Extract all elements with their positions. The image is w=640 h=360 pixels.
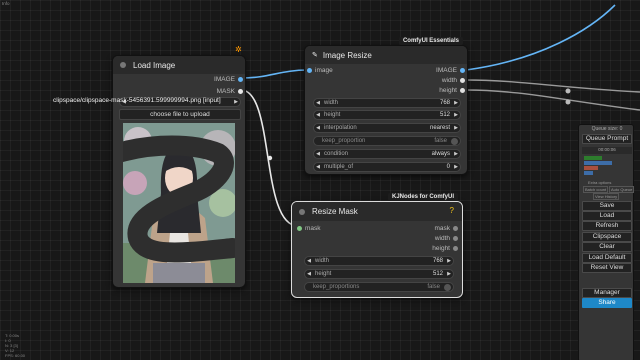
output-mask[interactable]: MASK [217,87,235,97]
gear-icon[interactable]: ✲ [235,45,242,54]
resize-output-width-label: width [441,77,457,84]
comfyui-essentials-badge: ComfyUI Essentials [398,37,463,45]
render-stats: T: 0.00s I: 0 N: 3 [3] V: 12 FPS: 60.00 [5,333,26,358]
load-button[interactable]: Load [582,211,632,221]
output-image[interactable]: IMAGE [436,66,457,76]
queue-menu-panel: Queue size: 0 Queue Prompt 00:00:06 Extr… [578,124,635,360]
resize-output-width-slot[interactable] [460,78,465,83]
collapse-dot-icon[interactable] [299,208,305,215]
resource-monitor [584,156,630,178]
queue-size-label: Queue size: 0 [591,126,623,132]
toggle-dot-icon [444,283,451,291]
load-default-button[interactable]: Load Default [582,253,632,263]
output-mask-label: MASK [216,88,235,95]
arrow-right-icon[interactable]: ▶ [445,270,453,278]
collapse-dot-icon[interactable] [120,62,126,68]
resize-output-height-slot[interactable] [460,88,465,93]
arrow-left-icon[interactable]: ◀ [314,150,322,158]
extra-options-checkbox[interactable]: Extra options [588,180,611,185]
input-mask-slot[interactable] [297,226,302,231]
output-mask-slot[interactable] [238,89,243,94]
image-resize-title-text: Image Resize [322,50,372,60]
manager-button[interactable]: Manager [582,288,632,298]
toggle-dot-icon [451,137,458,145]
arrow-right-icon[interactable]: ▶ [452,99,460,107]
preview-image [123,123,235,283]
queue-prompt-button[interactable]: Queue Prompt [582,134,632,144]
arrow-right-icon[interactable]: ▶ [445,257,453,265]
output-mask[interactable]: mask [434,224,450,234]
help-icon[interactable]: ? [450,206,454,215]
input-mask-label: mask [305,225,321,232]
mask-output-height-label: height [432,245,450,252]
queue-timer: 00:00:06 [582,147,632,154]
output-image-label: IMAGE [214,76,235,83]
arrow-left-icon[interactable]: ◀ [305,257,313,265]
arrow-right-icon[interactable]: ▶ [452,163,460,171]
mask-output-mask-label: mask [434,225,450,232]
arrow-left-icon[interactable]: ◀ [305,270,313,278]
resize-mask-node[interactable]: KJNodes for ComfyUI Resize Mask ? mask m… [291,193,463,298]
mask-height-widget[interactable]: ◀ height 512 ▶ [304,269,454,279]
clear-button[interactable]: Clear [582,242,632,252]
width-widget[interactable]: ◀ width 768 ▶ [313,98,461,108]
keep-proportions-toggle[interactable]: keep_proportions false [304,282,454,292]
load-image-title-text: Load Image [133,60,176,70]
arrow-left-icon[interactable]: ◀ [314,99,322,107]
resize-output-image-label: IMAGE [436,67,457,74]
batch-count-input[interactable]: Batch count [583,186,609,193]
resize-mask-title-text: Resize Mask [312,207,358,216]
info-label: Info [2,1,10,6]
input-mask[interactable]: mask [305,224,321,234]
arrow-right-icon[interactable]: ▶ [452,111,460,119]
wire-height-out [465,89,640,111]
load-image-title[interactable]: Load Image [113,56,245,74]
wire-image [240,69,309,79]
view-history-button[interactable]: View History [593,193,620,200]
kjnodes-badge: KJNodes for ComfyUI [387,193,458,201]
arrow-right-icon[interactable]: ▶ [452,150,460,158]
mask-output-mask-slot[interactable] [453,226,458,231]
image-resize-node[interactable]: ComfyUI Essentials ✎ Image Resize image … [304,37,468,175]
share-button[interactable]: Share [582,298,632,308]
arrow-right-icon[interactable]: ▶ [452,124,460,132]
resize-output-image-slot[interactable] [460,68,465,73]
choose-file-button[interactable]: choose file to upload [119,109,241,120]
image-filename-label: clipspace/clipspace-mask-5456391.5999999… [53,97,221,104]
output-height[interactable]: height [432,244,450,254]
input-image-label: image [315,67,333,74]
mask-width-widget[interactable]: ◀ width 768 ▶ [304,256,454,266]
reset-view-button[interactable]: Reset View [582,263,632,273]
condition-widget[interactable]: ◀ condition always ▶ [313,149,461,159]
mask-output-width-slot[interactable] [453,236,458,241]
wire-top-right [465,4,616,71]
arrow-left-icon[interactable]: ◀ [314,111,322,119]
mask-output-width-label: width [434,235,450,242]
refresh-button[interactable]: Refresh [582,221,632,231]
arrow-right-icon[interactable]: ▶ [232,98,240,106]
input-image-slot[interactable] [307,68,312,73]
output-width[interactable]: width [442,76,457,86]
load-image-node[interactable]: Load Image IMAGE MASK ◀ ▶ choose file to… [112,55,246,288]
arrow-left-icon[interactable]: ◀ [314,124,322,132]
image-preview [123,123,235,283]
multiple-of-widget[interactable]: ◀ multiple_of 0 ▶ [313,162,461,172]
image-resize-title[interactable]: ✎ Image Resize [305,46,467,64]
arrow-left-icon[interactable]: ◀ [314,163,322,171]
save-button[interactable]: Save [582,201,632,211]
resize-output-height-label: height [439,87,457,94]
height-widget[interactable]: ◀ height 512 ▶ [313,110,461,120]
output-width[interactable]: width [435,234,450,244]
output-image[interactable]: IMAGE [214,75,235,85]
input-image[interactable]: image [315,66,333,76]
output-image-slot[interactable] [238,77,243,82]
interpolation-widget[interactable]: ◀ interpolation nearest ▶ [313,123,461,133]
auto-queue-checkbox[interactable]: Auto Queue [609,186,635,193]
keep-proportion-toggle[interactable]: keep_proportion false [313,136,461,146]
mask-output-height-slot[interactable] [453,246,458,251]
output-height[interactable]: height [439,86,457,96]
pencil-icon: ✎ [312,52,318,59]
clipspace-button[interactable]: Clipspace [582,232,632,242]
resize-mask-title[interactable]: Resize Mask ? [292,202,462,221]
